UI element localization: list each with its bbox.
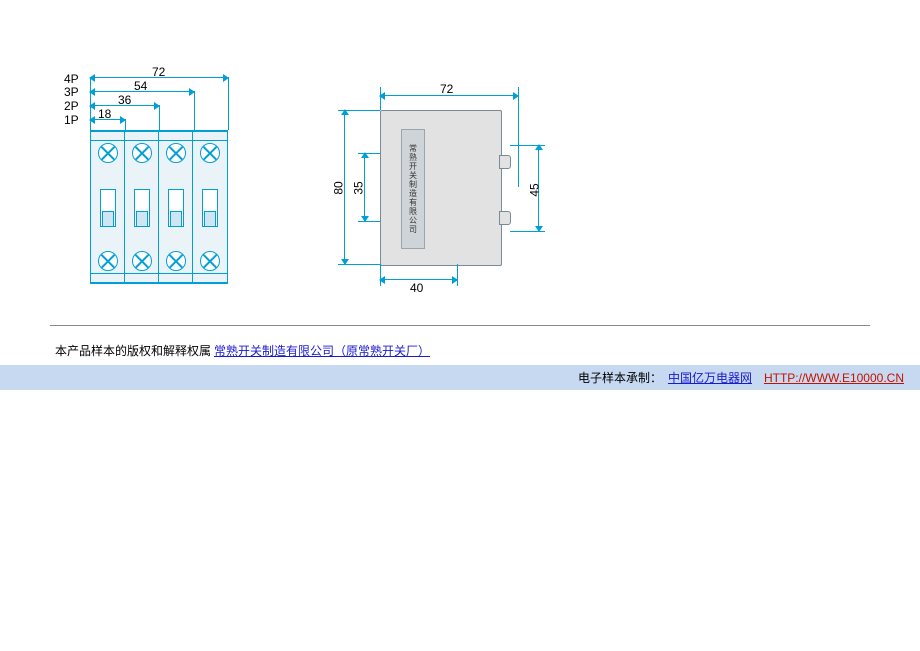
mount-lug xyxy=(499,155,511,169)
copyright-line: 本产品样本的版权和解释权属 常熟开关制造有限公司（原常熟开关厂） xyxy=(0,336,920,365)
breaker-front xyxy=(90,130,228,284)
terminal-icon xyxy=(200,251,220,271)
pole-label-1p: 1P xyxy=(64,113,79,127)
dim-value-36: 36 xyxy=(118,93,131,107)
terminal-icon xyxy=(200,143,220,163)
dim-value-18: 18 xyxy=(98,107,111,121)
dim-value-80: 80 xyxy=(332,181,346,194)
dim-value-top72: 72 xyxy=(440,82,453,96)
pole-module xyxy=(193,131,227,283)
dim-value-72: 72 xyxy=(152,65,165,79)
footer-site-url[interactable]: HTTP://WWW.E10000.CN xyxy=(764,371,904,385)
ext-line xyxy=(194,91,195,130)
ext-line xyxy=(228,77,229,130)
dim-value-45: 45 xyxy=(528,183,542,196)
terminal-icon xyxy=(166,143,186,163)
dim-value-35: 35 xyxy=(352,181,366,194)
footer-prefix: 电子样本承制： xyxy=(578,371,662,385)
dim-line-40 xyxy=(380,279,457,280)
terminal-icon xyxy=(132,251,152,271)
terminal-icon xyxy=(98,251,118,271)
maker-label: 常熟开关制造有限公司 xyxy=(401,129,425,249)
pole-module xyxy=(125,131,159,283)
ext-line xyxy=(125,119,126,130)
footer-site-name[interactable]: 中国亿万电器网 xyxy=(668,371,752,385)
breaker-side-body: 常熟开关制造有限公司 xyxy=(380,110,502,266)
pole-label-4p: 4P xyxy=(64,72,79,86)
footer-bar: 电子样本承制： 中国亿万电器网 HTTP://WWW.E10000.CN xyxy=(0,365,920,390)
dim-value-54: 54 xyxy=(134,79,147,93)
lever xyxy=(102,211,114,227)
front-view-diagram: 4P 3P 2P 1P 72 54 36 18 xyxy=(70,55,240,290)
mount-clip xyxy=(499,211,511,225)
terminal-icon xyxy=(132,143,152,163)
terminal-icon xyxy=(98,143,118,163)
pole-module xyxy=(91,131,125,283)
pole-label-3p: 3P xyxy=(64,85,79,99)
separator xyxy=(50,325,870,326)
pole-label-2p: 2P xyxy=(64,99,79,113)
terminal-icon xyxy=(166,251,186,271)
dim-value-40: 40 xyxy=(410,281,423,295)
ext-line xyxy=(159,105,160,130)
ext-line xyxy=(90,77,91,130)
copyright-prefix: 本产品样本的版权和解释权属 xyxy=(55,344,214,358)
side-view-diagram: 72 常熟开关制造有限公司 80 35 45 40 xyxy=(340,55,550,290)
pole-module xyxy=(159,131,193,283)
company-link[interactable]: 常熟开关制造有限公司（原常熟开关厂） xyxy=(214,344,430,358)
